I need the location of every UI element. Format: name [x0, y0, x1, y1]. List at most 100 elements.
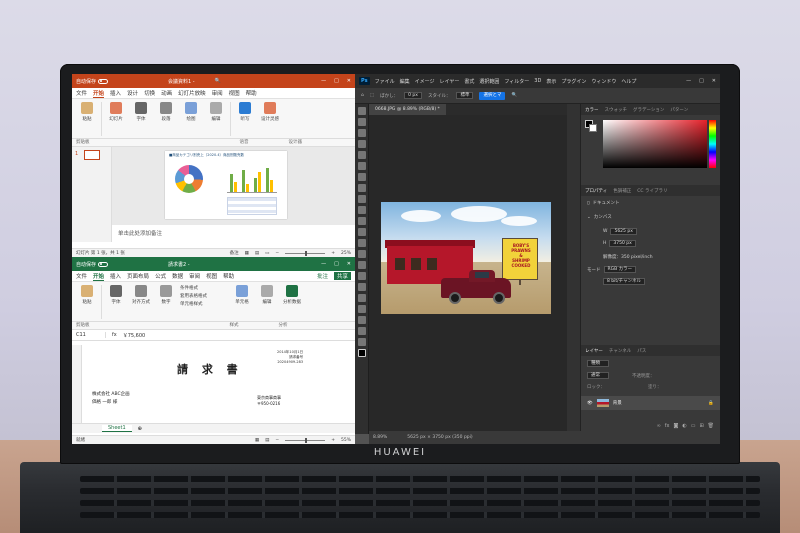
tab-properties[interactable]: プロパティ [585, 188, 607, 194]
editing-button[interactable]: 编辑 [205, 102, 227, 122]
menu-plugins[interactable]: プラグイン [561, 78, 586, 85]
height-input[interactable]: 3750 px [609, 240, 636, 247]
eyedropper-tool-icon[interactable] [358, 173, 366, 181]
zoom-level[interactable]: 55% [341, 438, 351, 443]
bit-depth-select[interactable]: 8 bit/チャンネル [603, 278, 646, 285]
tab-layers[interactable]: レイヤー [585, 348, 603, 354]
view-normal-icon[interactable]: ▦ [255, 438, 259, 443]
autosave-toggle[interactable] [98, 261, 109, 267]
share-button[interactable]: 共享 [333, 272, 351, 280]
new-slide-button[interactable]: 幻灯片 [105, 102, 127, 122]
link-layers-icon[interactable]: ∞ [657, 423, 661, 429]
clone-stamp-icon[interactable] [358, 206, 366, 214]
hand-tool-icon[interactable] [358, 316, 366, 324]
autosave-toggle[interactable] [98, 78, 109, 84]
document-tab[interactable]: 0668.JPG @ 8.89% (RGB/8) * [369, 104, 446, 115]
menu-edit[interactable]: 編集 [400, 78, 410, 85]
blur-tool-icon[interactable] [358, 250, 366, 258]
visibility-eye-icon[interactable]: 👁 [587, 401, 593, 406]
tab-channels[interactable]: チャンネル [609, 348, 631, 354]
new-group-icon[interactable]: ▭ [691, 423, 696, 429]
maximize-button[interactable]: □ [699, 78, 704, 84]
width-input[interactable]: 5625 px [610, 228, 637, 235]
frame-tool-icon[interactable] [358, 162, 366, 170]
maximize-button[interactable]: □ [334, 78, 339, 84]
font-button[interactable]: 字体 [105, 285, 127, 305]
foreground-color-icon[interactable] [358, 349, 366, 357]
close-button[interactable]: ✕ [712, 78, 716, 84]
tab-gradients[interactable]: グラデーション [633, 107, 664, 113]
close-button[interactable]: ✕ [347, 261, 351, 267]
dodge-tool-icon[interactable] [358, 261, 366, 269]
number-button[interactable]: 数字 [155, 285, 177, 305]
notes-toggle[interactable]: 备注 [230, 250, 239, 256]
delete-layer-icon[interactable]: 🗑 [708, 423, 714, 429]
tab-transitions[interactable]: 切换 [144, 89, 155, 97]
tab-help[interactable]: 帮助 [223, 272, 234, 280]
chevron-down-icon[interactable]: ⌄ [587, 215, 591, 220]
autosave-control[interactable]: 自动保存 [76, 261, 109, 268]
paste-button[interactable]: 粘贴 [76, 285, 98, 305]
menu-layer[interactable]: レイヤー [440, 78, 460, 85]
dictate-button[interactable]: 听写 [234, 102, 256, 122]
zoom-slider[interactable] [285, 250, 326, 256]
search-icon[interactable]: 🔍 [511, 93, 517, 98]
tab-animations[interactable]: 动画 [161, 89, 172, 97]
worksheet-grid[interactable]: 請 求 書 2014年10月1日 請求番号 20204909-283 株式会社 … [72, 345, 355, 423]
tab-file[interactable]: 文件 [76, 89, 87, 97]
sheet-tab[interactable]: Sheet1 [102, 425, 132, 432]
ps-canvas[interactable]: BOBY'S PRAWNS & SHRIMP COOKED [369, 115, 575, 444]
cells-button[interactable]: 单元格 [231, 285, 253, 305]
menu-view[interactable]: 表示 [546, 78, 556, 85]
more-tools-icon[interactable] [358, 338, 366, 346]
format-as-table-button[interactable]: 套用表格格式 [180, 293, 207, 299]
style-select[interactable]: 標準 [456, 92, 474, 99]
paragraph-button[interactable]: 段落 [155, 102, 177, 122]
tab-view[interactable]: 视图 [206, 272, 217, 280]
zoom-level[interactable]: 25% [341, 251, 351, 256]
layer-kind-filter[interactable]: 種類 [587, 360, 609, 367]
zoom-in-icon[interactable]: + [331, 251, 335, 256]
brush-tool-icon[interactable] [358, 195, 366, 203]
history-brush-icon[interactable] [358, 217, 366, 225]
minimize-button[interactable]: — [321, 261, 326, 267]
tab-adjustments[interactable]: 色調補正 [613, 188, 631, 194]
pen-tool-icon[interactable] [358, 272, 366, 280]
zoom-tool-icon[interactable] [358, 327, 366, 335]
search-icon[interactable]: 🔍 [215, 78, 221, 84]
zoom-in-icon[interactable]: + [331, 438, 335, 443]
add-mask-icon[interactable]: ◙ [673, 423, 678, 429]
tab-patterns[interactable]: パターン [670, 107, 688, 113]
tab-review[interactable]: 审阅 [212, 89, 223, 97]
marquee-tool-icon[interactable] [358, 118, 366, 126]
comments-button[interactable]: 批注 [317, 272, 328, 280]
tab-paths[interactable]: パス [637, 348, 646, 354]
menu-type[interactable]: 書式 [464, 78, 474, 85]
formula-input[interactable]: ￥75,600 [123, 332, 146, 339]
zoom-out-icon[interactable]: − [275, 251, 279, 256]
lasso-tool-icon[interactable] [358, 129, 366, 137]
tab-slideshow[interactable]: 幻灯片放映 [178, 89, 206, 97]
name-box[interactable]: C11 [76, 332, 106, 338]
tab-home[interactable]: 开始 [93, 272, 105, 281]
gradient-tool-icon[interactable] [358, 239, 366, 247]
autosave-control[interactable]: 自动保存 [76, 78, 109, 85]
tab-design[interactable]: 设计 [127, 89, 138, 97]
tab-help[interactable]: 帮助 [246, 89, 257, 97]
color-picker-field[interactable] [603, 120, 707, 168]
blend-mode-select[interactable]: 通常 [587, 372, 609, 379]
editing-button[interactable]: 编辑 [256, 285, 278, 305]
select-and-mask-button[interactable]: 選択とマ [479, 91, 506, 100]
notes-pane[interactable]: 单击此处添加备注 [112, 225, 355, 242]
zoom-slider[interactable] [285, 437, 326, 443]
menu-help[interactable]: ヘルプ [621, 78, 636, 85]
minimize-button[interactable]: — [321, 78, 326, 84]
move-tool-icon[interactable] [358, 107, 366, 115]
view-reading-icon[interactable]: ▭ [265, 251, 269, 256]
new-layer-icon[interactable]: ⊞ [699, 423, 703, 429]
cell-styles-button[interactable]: 单元格样式 [180, 301, 203, 307]
alignment-button[interactable]: 对齐方式 [130, 285, 152, 305]
minimize-button[interactable]: — [686, 78, 691, 84]
tab-review[interactable]: 审阅 [189, 272, 200, 280]
quick-select-tool-icon[interactable] [358, 140, 366, 148]
